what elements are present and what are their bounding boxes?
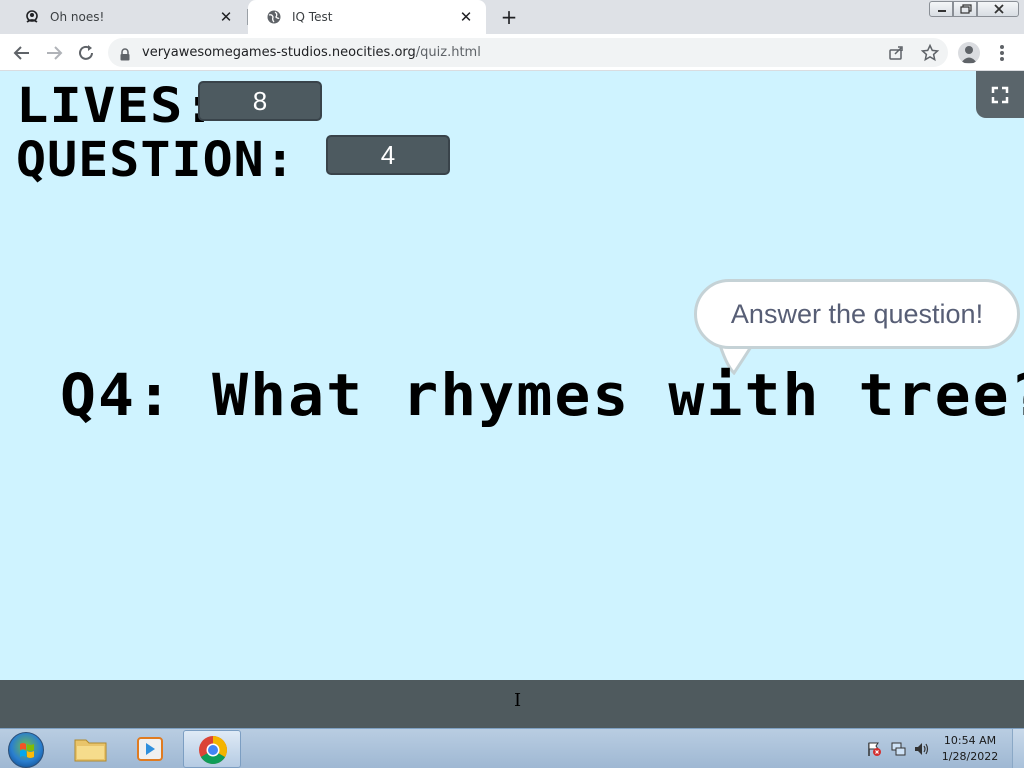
quiz-stage: LIVES: 8 QUESTION: 4 Answer the question… <box>0 71 1024 680</box>
globe-icon <box>266 9 282 25</box>
question-text: Q4: What rhymes with tree? <box>60 361 1024 429</box>
action-center-flag-icon[interactable] <box>866 741 882 757</box>
share-icon[interactable] <box>886 43 906 63</box>
url-path: /quiz.html <box>415 45 481 60</box>
lives-label: LIVES: <box>16 78 217 134</box>
start-button[interactable] <box>8 732 44 768</box>
stage-bottom-bar: I <box>0 680 1024 728</box>
browser-toolbar: veryawesomegames-studios.neocities.org/q… <box>0 34 1024 71</box>
khan-academy-icon <box>24 9 40 25</box>
close-tab-icon[interactable]: ✕ <box>458 9 474 25</box>
speech-bubble: Answer the question! <box>694 279 1020 349</box>
windows-taskbar: 10:54 AM 1/28/2022 <box>0 728 1024 768</box>
fullscreen-icon <box>991 86 1009 104</box>
profile-avatar-icon[interactable] <box>958 42 980 64</box>
url-text: veryawesomegames-studios.neocities.org/q… <box>142 45 481 60</box>
forward-icon[interactable] <box>42 41 66 65</box>
tab-iq-test[interactable]: IQ Test ✕ <box>248 0 486 34</box>
chrome-icon <box>199 736 227 764</box>
windows-logo-icon <box>20 743 34 758</box>
show-desktop-button[interactable] <box>1012 729 1024 768</box>
clock-date: 1/28/2022 <box>941 750 999 763</box>
speech-bubble-text: Answer the question! <box>730 299 984 329</box>
bookmark-star-icon[interactable] <box>920 43 940 63</box>
network-icon[interactable] <box>890 741 906 757</box>
text-cursor-icon: I <box>514 690 522 711</box>
kebab-menu-icon[interactable] <box>992 41 1012 65</box>
close-tab-icon[interactable]: ✕ <box>218 9 234 25</box>
tab-oh-noes[interactable]: Oh noes! ✕ <box>6 0 246 34</box>
back-icon[interactable] <box>10 41 34 65</box>
url-domain: veryawesomegames-studios.neocities.org <box>142 45 416 60</box>
taskbar-explorer-button[interactable] <box>62 730 120 768</box>
restore-button[interactable] <box>953 1 977 17</box>
address-bar[interactable]: veryawesomegames-studios.neocities.org/q… <box>108 38 948 67</box>
taskbar-media-player-button[interactable] <box>122 730 180 768</box>
reload-icon[interactable] <box>74 41 98 65</box>
question-number-value: 4 <box>326 135 450 175</box>
fullscreen-button[interactable] <box>976 71 1024 118</box>
minimize-button[interactable] <box>929 1 953 17</box>
new-tab-button[interactable]: + <box>498 6 520 28</box>
question-label: QUESTION: <box>16 132 296 188</box>
lives-value: 8 <box>198 81 322 121</box>
lock-icon <box>120 46 130 61</box>
taskbar-chrome-button[interactable] <box>183 730 241 768</box>
media-player-icon <box>137 737 163 761</box>
folder-icon <box>74 739 107 762</box>
tab-label: IQ Test <box>292 10 333 24</box>
system-clock[interactable]: 10:54 AM 1/28/2022 <box>930 733 1010 765</box>
volume-icon[interactable] <box>913 741 929 757</box>
tab-strip: Oh noes! ✕ IQ Test ✕ + <box>0 0 1024 34</box>
clock-time: 10:54 AM <box>943 734 997 747</box>
window-close-button[interactable] <box>977 1 1019 17</box>
tab-label: Oh noes! <box>50 10 105 24</box>
